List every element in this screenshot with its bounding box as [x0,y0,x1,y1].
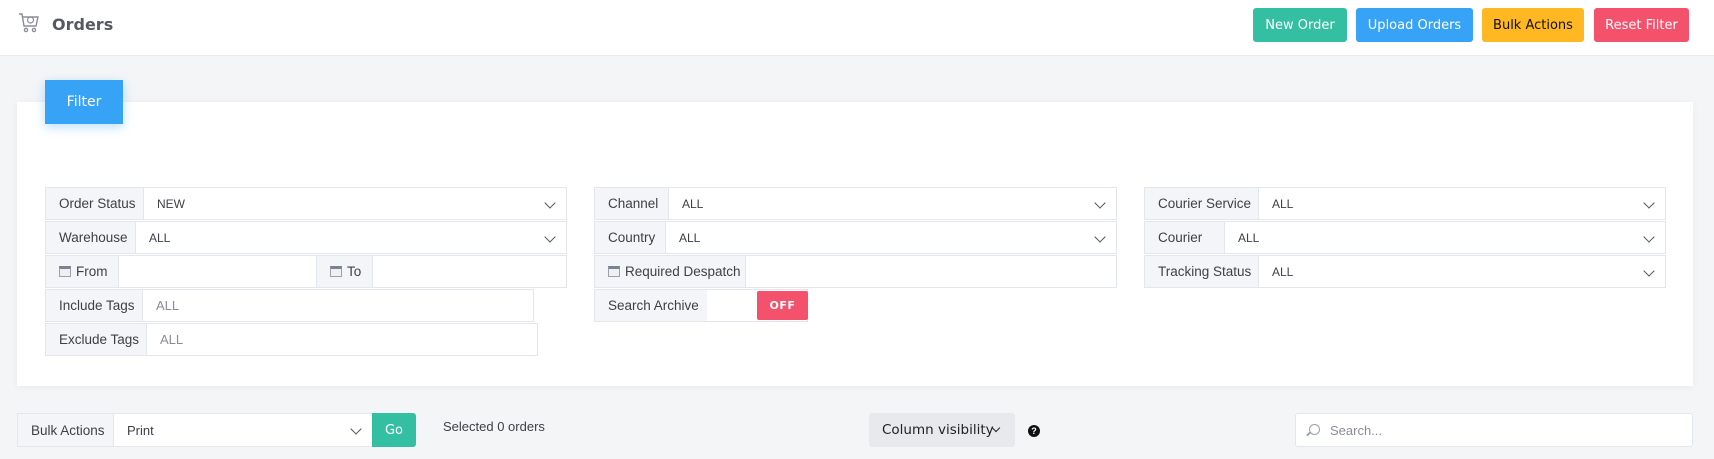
channel-value[interactable]: ALL [669,188,1116,219]
include-tags-placeholder: ALL [156,298,180,313]
bulk-actions-selected: Print [127,422,154,438]
order-status-label: Order Status [46,188,144,219]
country-value[interactable]: ALL [666,222,1116,253]
include-tags-field[interactable]: Include Tags ALL [45,289,534,322]
order-status-select[interactable]: Order Status NEW [45,187,567,220]
calendar-icon [608,266,620,277]
courier-label: Courier [1145,222,1225,253]
channel-label: Channel [595,188,669,219]
page-title: Orders [52,15,114,34]
to-label-text: To [347,264,362,279]
exclude-tags-placeholder: ALL [160,332,184,347]
channel-select[interactable]: Channel ALL [594,187,1117,220]
search-archive-toggle[interactable]: OFF [757,291,808,320]
country-selected: ALL [679,230,701,245]
chevron-down-icon [1094,197,1106,209]
search-input[interactable]: Search... [1295,413,1693,447]
to-date-input[interactable] [373,256,566,287]
chevron-down-icon [1643,197,1655,209]
from-label-text: From [76,264,108,279]
column-visibility-button[interactable]: Column visibility [869,413,1015,447]
search-archive-field: Search Archive [594,289,708,322]
help-icon[interactable]: ? [1028,425,1040,437]
courier-select[interactable]: Courier ALL [1144,221,1666,254]
bulk-actions-select[interactable]: Bulk Actions Print [17,413,373,447]
from-date-input[interactable] [119,256,317,287]
exclude-tags-field[interactable]: Exclude Tags ALL [45,323,538,356]
order-status-selected: NEW [157,196,185,211]
courier-service-selected: ALL [1272,196,1294,211]
include-tags-label: Include Tags [46,290,143,321]
required-despatch-field[interactable]: Required Despatch [594,255,1117,288]
country-select[interactable]: Country ALL [594,221,1117,254]
filter-tab[interactable]: Filter [45,80,123,124]
required-despatch-label: Required Despatch [595,256,746,287]
include-tags-input[interactable]: ALL [143,290,533,321]
chevron-down-icon [1643,231,1655,243]
courier-service-label: Courier Service [1145,188,1259,219]
order-status-value[interactable]: NEW [144,188,566,219]
cart-icon [19,13,39,33]
exclude-tags-label: Exclude Tags [46,324,147,355]
tracking-status-selected: ALL [1272,264,1294,279]
go-button[interactable]: Go [372,413,416,447]
courier-service-value[interactable]: ALL [1259,188,1665,219]
courier-selected: ALL [1238,230,1260,245]
exclude-tags-input[interactable]: ALL [147,324,537,355]
calendar-icon [59,266,71,277]
required-despatch-input[interactable] [746,256,1116,287]
chevron-down-icon [1643,265,1655,277]
reset-filter-button[interactable]: Reset Filter [1594,8,1689,42]
chevron-down-icon [350,423,362,435]
chevron-down-icon [544,197,556,209]
warehouse-selected: ALL [149,230,171,245]
from-label: From [46,256,119,287]
calendar-icon [330,266,342,277]
upload-orders-button[interactable]: Upload Orders [1356,8,1473,42]
chevron-down-icon [544,231,556,243]
bulk-actions-value[interactable]: Print [114,414,372,446]
to-label: To [317,256,373,287]
date-range: From To [45,255,567,288]
search-icon [1309,424,1320,435]
warehouse-select[interactable]: Warehouse ALL [45,221,567,254]
country-label: Country [595,222,666,253]
tracking-status-select[interactable]: Tracking Status ALL [1144,255,1666,288]
search-placeholder: Search... [1330,422,1383,438]
courier-service-select[interactable]: Courier Service ALL [1144,187,1666,220]
tracking-status-value[interactable]: ALL [1259,256,1665,287]
bulk-actions-label: Bulk Actions [18,414,114,446]
courier-value[interactable]: ALL [1225,222,1665,253]
new-order-button[interactable]: New Order [1253,8,1347,42]
warehouse-value[interactable]: ALL [136,222,566,253]
channel-selected: ALL [682,196,704,211]
search-archive-label: Search Archive [595,290,707,321]
chevron-down-icon [1094,231,1106,243]
column-visibility-label: Column visibility [882,422,994,438]
warehouse-label: Warehouse [46,222,136,253]
selected-count: Selected 0 orders [443,419,545,434]
required-despatch-label-text: Required Despatch [625,264,741,279]
top-bar: Orders New Order Upload Orders Bulk Acti… [0,0,1714,56]
bulk-actions-button[interactable]: Bulk Actions [1482,8,1584,42]
tracking-status-label: Tracking Status [1145,256,1259,287]
